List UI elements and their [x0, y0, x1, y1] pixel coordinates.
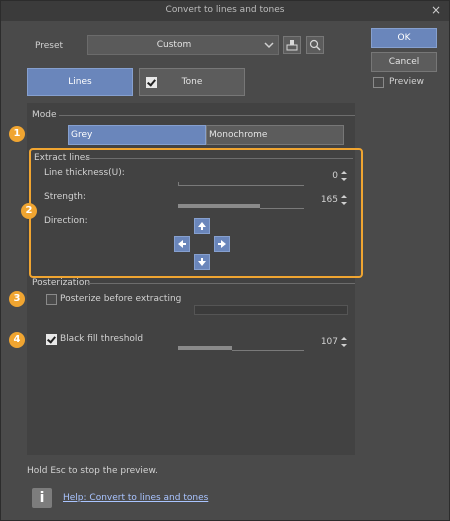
direction-down-button[interactable] — [194, 254, 210, 270]
arrow-down-icon — [198, 258, 206, 266]
mode-divider — [59, 115, 355, 116]
mode-label: Mode — [32, 110, 57, 120]
tab-tone-label: Tone — [181, 77, 203, 87]
line-thickness-slider[interactable] — [178, 185, 304, 186]
posterize-level-slider[interactable] — [194, 305, 348, 315]
direction-label: Direction: — [44, 216, 88, 226]
annotation-badge-1: 1 — [9, 126, 25, 142]
arrow-up-icon — [198, 222, 206, 230]
dialog-window: Convert to lines and tones × Preset Cust… — [0, 0, 450, 521]
annotation-badge-3: 3 — [9, 291, 25, 307]
annotation-badge-4: 4 — [9, 332, 25, 348]
extract-lines-divider — [85, 158, 353, 159]
line-thickness-spinner-icon[interactable] — [341, 171, 347, 181]
preset-dropdown[interactable]: Custom — [87, 35, 279, 55]
save-preset-button[interactable] — [283, 36, 301, 54]
preset-value: Custom — [156, 40, 192, 50]
mode-grey-button[interactable]: Grey — [68, 125, 206, 145]
strength-value[interactable]: 165 — [316, 195, 338, 205]
dialog-title: Convert to lines and tones — [165, 5, 285, 15]
tab-tone[interactable]: Tone — [139, 68, 245, 96]
info-icon: i — [32, 488, 52, 508]
extract-lines-label: Extract lines — [34, 153, 91, 163]
black-fill-spinner-icon[interactable] — [341, 337, 347, 347]
line-thickness-label: Line thickness(U): — [44, 168, 125, 178]
cancel-button[interactable]: Cancel — [371, 52, 437, 72]
save-preset-icon — [286, 40, 298, 51]
strength-spinner-icon[interactable] — [341, 195, 347, 205]
black-fill-value[interactable]: 107 — [316, 337, 338, 347]
close-icon[interactable]: × — [431, 3, 441, 17]
help-link[interactable]: Help: Convert to lines and tones — [63, 493, 208, 503]
posterize-checkbox[interactable] — [46, 294, 57, 305]
line-thickness-value[interactable]: 0 — [326, 171, 338, 181]
ok-button[interactable]: OK — [371, 28, 437, 48]
direction-left-button[interactable] — [174, 236, 190, 252]
line-thickness-slider-start — [178, 182, 179, 186]
arrow-left-icon — [178, 240, 186, 248]
black-fill-checkbox[interactable] — [46, 334, 57, 345]
mode-monochrome-label: Monochrome — [209, 130, 268, 140]
esc-hint: Hold Esc to stop the preview. — [27, 466, 158, 476]
tab-lines[interactable]: Lines — [27, 68, 133, 96]
black-fill-slider-track[interactable] — [232, 350, 304, 351]
strength-label: Strength: — [44, 192, 86, 202]
mode-grey-label: Grey — [71, 130, 93, 140]
black-fill-slider-fill[interactable] — [178, 346, 232, 350]
strength-slider-fill[interactable] — [178, 204, 260, 208]
arrow-right-icon — [218, 240, 226, 248]
direction-up-button[interactable] — [194, 218, 210, 234]
dropdown-arrow-icon — [264, 42, 274, 49]
preset-label: Preset — [35, 41, 64, 51]
preview-checkbox[interactable] — [373, 77, 384, 88]
search-preset-icon — [309, 39, 321, 51]
preview-label: Preview — [389, 77, 425, 87]
direction-right-button[interactable] — [214, 236, 230, 252]
strength-slider-track[interactable] — [260, 208, 304, 209]
search-preset-button[interactable] — [306, 36, 324, 54]
posterize-label: Posterize before extracting — [60, 294, 182, 304]
title-bar: Convert to lines and tones × — [1, 1, 449, 21]
posterization-label: Posterization — [32, 278, 91, 288]
posterization-divider — [87, 283, 355, 284]
black-fill-label: Black fill threshold — [60, 334, 144, 344]
mode-monochrome-button[interactable]: Monochrome — [206, 125, 344, 145]
annotation-badge-2: 2 — [21, 203, 37, 219]
